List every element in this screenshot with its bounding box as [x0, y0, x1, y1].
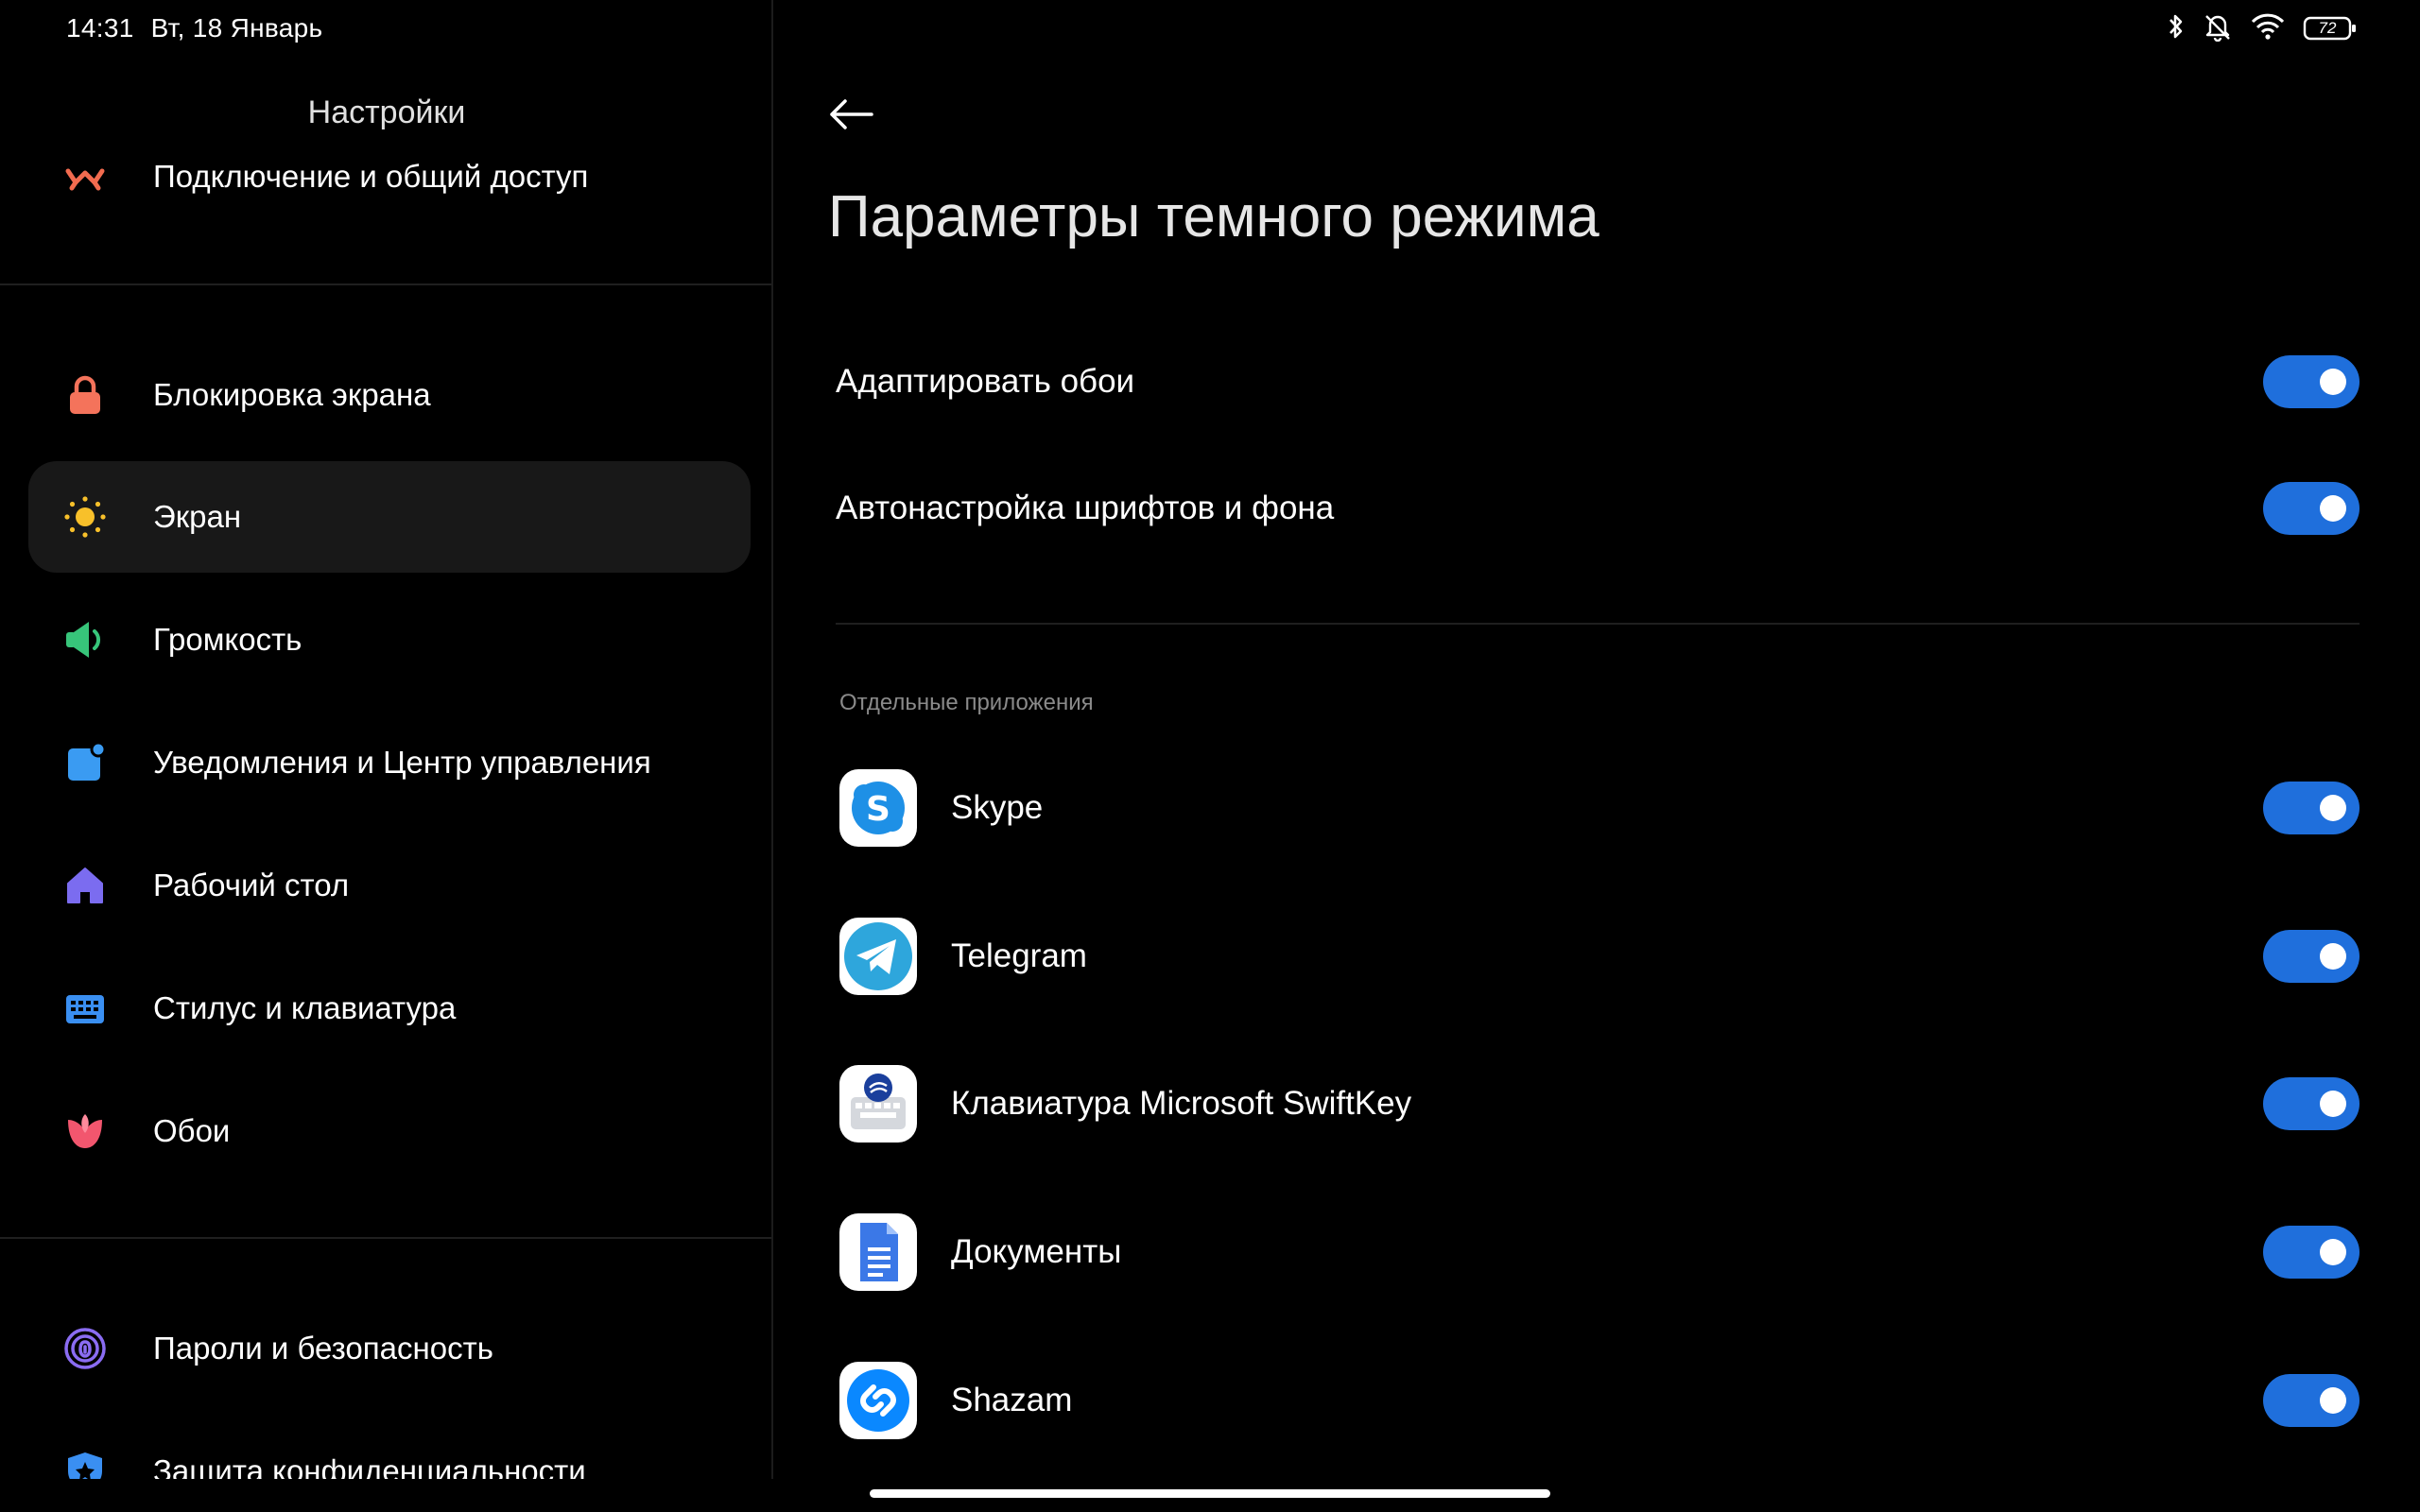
- sidebar-divider: [0, 284, 771, 285]
- shazam-icon: [839, 1362, 917, 1439]
- sidebar-item-stylus-keyboard[interactable]: Стилус и клавиатура: [28, 953, 751, 1064]
- sidebar-item-connection[interactable]: Подключение и общий доступ: [28, 159, 751, 229]
- docs-toggle[interactable]: [2263, 1226, 2360, 1279]
- sidebar-item-label: Пароли и безопасность: [153, 1331, 493, 1366]
- battery-level: 72: [2318, 19, 2337, 37]
- skype-toggle[interactable]: [2263, 782, 2360, 834]
- app-label: Shazam: [951, 1382, 1073, 1418]
- sidebar-item-notifications[interactable]: Уведомления и Центр управления: [28, 707, 751, 818]
- app-row-skype[interactable]: S Skype: [836, 751, 2360, 865]
- adapt-wallpaper-toggle[interactable]: [2263, 355, 2360, 408]
- home-icon: [62, 863, 108, 908]
- shield-icon: [62, 1449, 108, 1479]
- sidebar-item-label: Обои: [153, 1113, 231, 1148]
- lock-icon: [62, 372, 108, 418]
- shazam-toggle[interactable]: [2263, 1374, 2360, 1427]
- sidebar-item-sound[interactable]: Громкость: [28, 584, 751, 696]
- section-divider: [836, 623, 2360, 625]
- fingerprint-icon: [62, 1326, 108, 1371]
- home-indicator[interactable]: [870, 1489, 1550, 1498]
- setting-label: Автонастройка шрифтов и фона: [836, 490, 1335, 526]
- sidebar-item-label: Громкость: [153, 622, 302, 657]
- swiftkey-toggle[interactable]: [2263, 1077, 2360, 1130]
- skype-icon: S: [839, 769, 917, 847]
- svg-text:S: S: [866, 790, 890, 829]
- sidebar-item-label: Экран: [153, 499, 242, 534]
- arrow-left-icon: [830, 99, 873, 129]
- tulip-icon: [62, 1108, 108, 1154]
- setting-adapt-wallpaper[interactable]: Адаптировать обои: [836, 330, 2360, 434]
- sidebar-item-label: Стилус и клавиатура: [153, 990, 457, 1025]
- notification-icon: [62, 740, 108, 785]
- sidebar-item-label: Подключение и общий доступ: [153, 159, 589, 194]
- battery-icon: 72: [2303, 15, 2358, 42]
- bluetooth-icon: [2167, 11, 2186, 46]
- back-button[interactable]: [824, 91, 881, 138]
- sidebar-item-privacy[interactable]: Защита конфиденциальности: [28, 1416, 751, 1479]
- bell-muted-icon: [2203, 11, 2233, 46]
- sidebar-item-label: Рабочий стол: [153, 868, 350, 902]
- app-row-shazam[interactable]: Shazam: [836, 1344, 2360, 1457]
- app-label: Документы: [951, 1233, 1122, 1270]
- settings-sidebar: Настройки Подключение и общий доступ Бло…: [0, 0, 773, 1479]
- sidebar-item-passwords-security[interactable]: Пароли и безопасность: [28, 1293, 751, 1404]
- auto-fonts-background-toggle[interactable]: [2263, 482, 2360, 535]
- telegram-icon: [839, 918, 917, 995]
- sun-icon: [62, 494, 108, 540]
- status-icons: 72: [2167, 11, 2358, 45]
- wifi-icon: [2250, 11, 2286, 46]
- speaker-icon: [62, 617, 108, 662]
- app-label: Skype: [951, 789, 1044, 826]
- sidebar-title: Настройки: [307, 94, 466, 130]
- app-label: Telegram: [951, 937, 1087, 974]
- sidebar-item-desktop[interactable]: Рабочий стол: [28, 830, 751, 941]
- share-icon: [62, 161, 108, 199]
- docs-icon: [839, 1213, 917, 1291]
- keyboard-icon: [62, 986, 108, 1031]
- section-header: Отдельные приложения: [839, 690, 1094, 715]
- app-row-telegram[interactable]: Telegram: [836, 900, 2360, 1013]
- sidebar-item-label: Уведомления и Центр управления: [153, 745, 651, 780]
- sidebar-item-label: Блокировка экрана: [153, 377, 431, 412]
- setting-auto-fonts-background[interactable]: Автонастройка шрифтов и фона: [836, 456, 2360, 560]
- sidebar-item-wallpaper[interactable]: Обои: [28, 1075, 751, 1187]
- sidebar-item-lock-screen[interactable]: Блокировка экрана: [28, 339, 751, 451]
- page-title: Параметры темного режима: [828, 184, 1599, 249]
- telegram-toggle[interactable]: [2263, 930, 2360, 983]
- app-row-docs[interactable]: Документы: [836, 1195, 2360, 1309]
- sidebar-item-label: Защита конфиденциальности: [153, 1453, 586, 1479]
- setting-label: Адаптировать обои: [836, 363, 1135, 400]
- app-row-swiftkey[interactable]: Клавиатура Microsoft SwiftKey: [836, 1047, 2360, 1160]
- app-label: Клавиатура Microsoft SwiftKey: [951, 1085, 1412, 1122]
- sidebar-divider: [0, 1237, 771, 1239]
- sidebar-item-display[interactable]: Экран: [28, 461, 751, 573]
- swiftkey-icon: [839, 1065, 917, 1143]
